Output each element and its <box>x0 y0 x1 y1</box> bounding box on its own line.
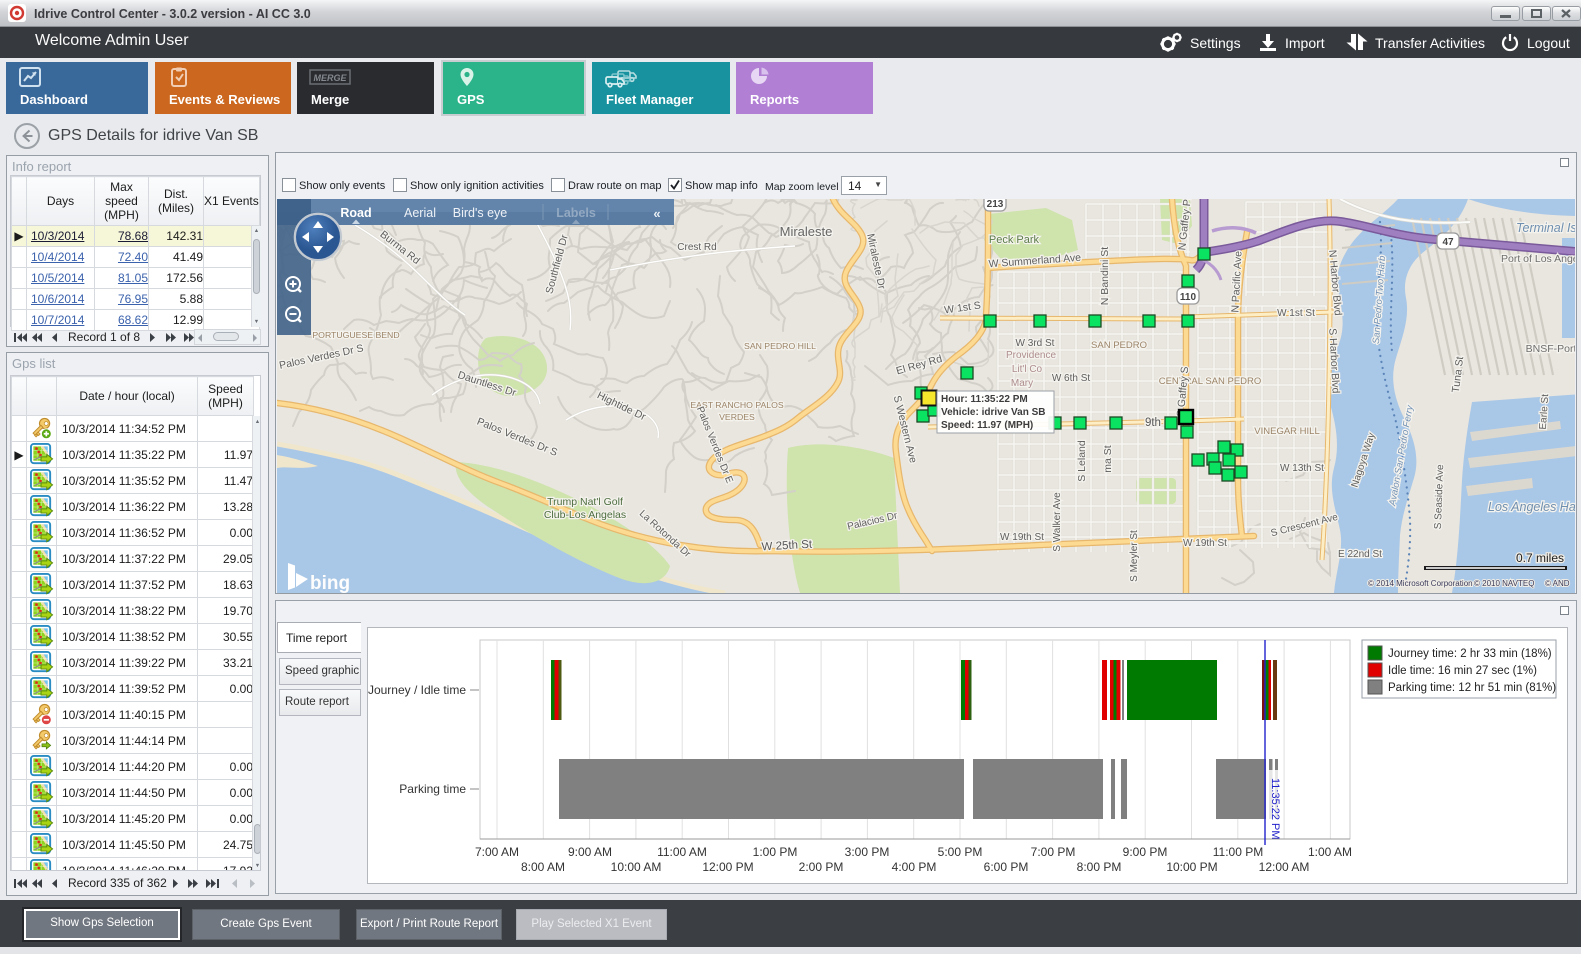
svg-text:Peck Park: Peck Park <box>989 234 1040 246</box>
svg-text:8:00 PM: 8:00 PM <box>1077 860 1122 874</box>
svg-text:12:00 PM: 12:00 PM <box>702 860 753 874</box>
svg-text:bing: bing <box>310 573 350 593</box>
svg-text:0.7 miles: 0.7 miles <box>1516 551 1564 565</box>
svg-text:11:00 PM: 11:00 PM <box>1213 845 1263 859</box>
svg-text:S Leland: S Leland <box>1076 440 1088 482</box>
svg-text:110: 110 <box>1180 292 1197 303</box>
svg-text:MERGE: MERGE <box>313 73 347 83</box>
svg-text:© 2010 NAVTEQ: © 2010 NAVTEQ <box>1474 579 1534 588</box>
svg-text:Idle time: 16 min 27 sec (1%): Idle time: 16 min 27 sec (1%) <box>1388 665 1537 677</box>
svg-text:12:00 AM: 12:00 AM <box>1259 860 1310 874</box>
svg-text:1:00 AM: 1:00 AM <box>1308 845 1352 859</box>
svg-text:W 13th St: W 13th St <box>1280 463 1324 474</box>
svg-text:5:00 PM: 5:00 PM <box>938 845 983 859</box>
svg-text:8:00 AM: 8:00 AM <box>521 860 565 874</box>
svg-text:11:35:22 PM: 11:35:22 PM <box>1269 778 1281 840</box>
svg-text:Port of Los Angel: Port of Los Angel <box>1501 253 1575 265</box>
svg-text:Vehicle: idrive Van SB: Vehicle: idrive Van SB <box>941 407 1046 418</box>
svg-text:10:00 PM: 10:00 PM <box>1166 860 1217 874</box>
svg-text:11:00 AM: 11:00 AM <box>657 845 707 859</box>
svg-text:Mary: Mary <box>1011 378 1033 389</box>
svg-text:Journey / Idle time: Journey / Idle time <box>368 683 466 697</box>
svg-text:Speed: 11.97 (MPH): Speed: 11.97 (MPH) <box>941 420 1033 431</box>
svg-text:SAN PEDRO HILL: SAN PEDRO HILL <box>744 341 816 351</box>
svg-text:4:00 PM: 4:00 PM <box>892 860 937 874</box>
svg-text:E 22nd St: E 22nd St <box>1338 549 1382 560</box>
svg-text:VERDES: VERDES <box>719 412 755 422</box>
svg-text:Terminal Is: Terminal Is <box>1516 221 1575 235</box>
svg-text:N Bandini St: N Bandini St <box>1099 247 1111 305</box>
svg-text:Providence: Providence <box>1006 350 1056 361</box>
svg-text:© 2014 Microsoft Corporation: © 2014 Microsoft Corporation <box>1368 579 1473 588</box>
svg-text:9:00 AM: 9:00 AM <box>568 845 612 859</box>
svg-text:ma St: ma St <box>1102 445 1114 473</box>
svg-text:Aerial: Aerial <box>404 206 436 220</box>
svg-text:W 19th St: W 19th St <box>1000 532 1044 543</box>
svg-text:BNSF-Port: BNSF-Port <box>1526 343 1575 355</box>
svg-text:47: 47 <box>1442 237 1454 248</box>
svg-text:SAN PEDRO: SAN PEDRO <box>1091 340 1147 351</box>
svg-text:Lit'l Co: Lit'l Co <box>1012 364 1043 375</box>
svg-text:6:00 PM: 6:00 PM <box>984 860 1029 874</box>
svg-text:2:00 PM: 2:00 PM <box>799 860 844 874</box>
svg-text:Trump Nat'l Golf: Trump Nat'l Golf <box>547 496 623 508</box>
svg-text:CENTRAL SAN PEDRO: CENTRAL SAN PEDRO <box>1159 376 1262 387</box>
svg-text:S Seaside Ave: S Seaside Ave <box>1433 464 1446 530</box>
svg-text:W 6th St: W 6th St <box>1052 373 1091 384</box>
svg-text:Los Angeles Harb: Los Angeles Harb <box>1488 500 1575 514</box>
svg-text:Hour: 11:35:22 PM: Hour: 11:35:22 PM <box>941 394 1028 405</box>
svg-text:VINEGAR HILL: VINEGAR HILL <box>1254 426 1319 437</box>
svg-text:7:00 AM: 7:00 AM <box>475 845 519 859</box>
svg-text:W 3rd St: W 3rd St <box>1016 338 1055 349</box>
svg-text:Bird's eye: Bird's eye <box>453 206 508 220</box>
svg-text:PORTUGUESE BEND: PORTUGUESE BEND <box>312 330 399 340</box>
svg-text:Crest Rd: Crest Rd <box>677 242 716 253</box>
svg-text:Parking time: 12 hr 51 min (81: Parking time: 12 hr 51 min (81%) <box>1388 682 1556 694</box>
svg-text:9:00 PM: 9:00 PM <box>1123 845 1168 859</box>
svg-text:Road: Road <box>340 206 371 220</box>
svg-text:Journey time: 2 hr 33 min (18%: Journey time: 2 hr 33 min (18%) <box>1388 648 1552 660</box>
svg-text:S Walker Ave: S Walker Ave <box>1052 492 1063 552</box>
svg-text:Parking time: Parking time <box>399 782 466 796</box>
svg-text:Labels: Labels <box>556 206 596 220</box>
svg-text:W 1st St: W 1st St <box>1277 308 1315 319</box>
svg-text:3:00 PM: 3:00 PM <box>845 845 890 859</box>
svg-text:«: « <box>653 206 660 221</box>
svg-text:Club-Los Angelas: Club-Los Angelas <box>544 509 626 521</box>
svg-text:W 19th St: W 19th St <box>1183 538 1227 549</box>
svg-text:7:00 PM: 7:00 PM <box>1031 845 1076 859</box>
svg-text:S Meyler St: S Meyler St <box>1129 530 1140 582</box>
svg-text:1:00 PM: 1:00 PM <box>753 845 798 859</box>
svg-text:© AND: © AND <box>1545 579 1570 588</box>
svg-text:Miraleste: Miraleste <box>780 224 833 239</box>
svg-text:213: 213 <box>987 199 1004 210</box>
svg-text:10:00 AM: 10:00 AM <box>611 860 662 874</box>
